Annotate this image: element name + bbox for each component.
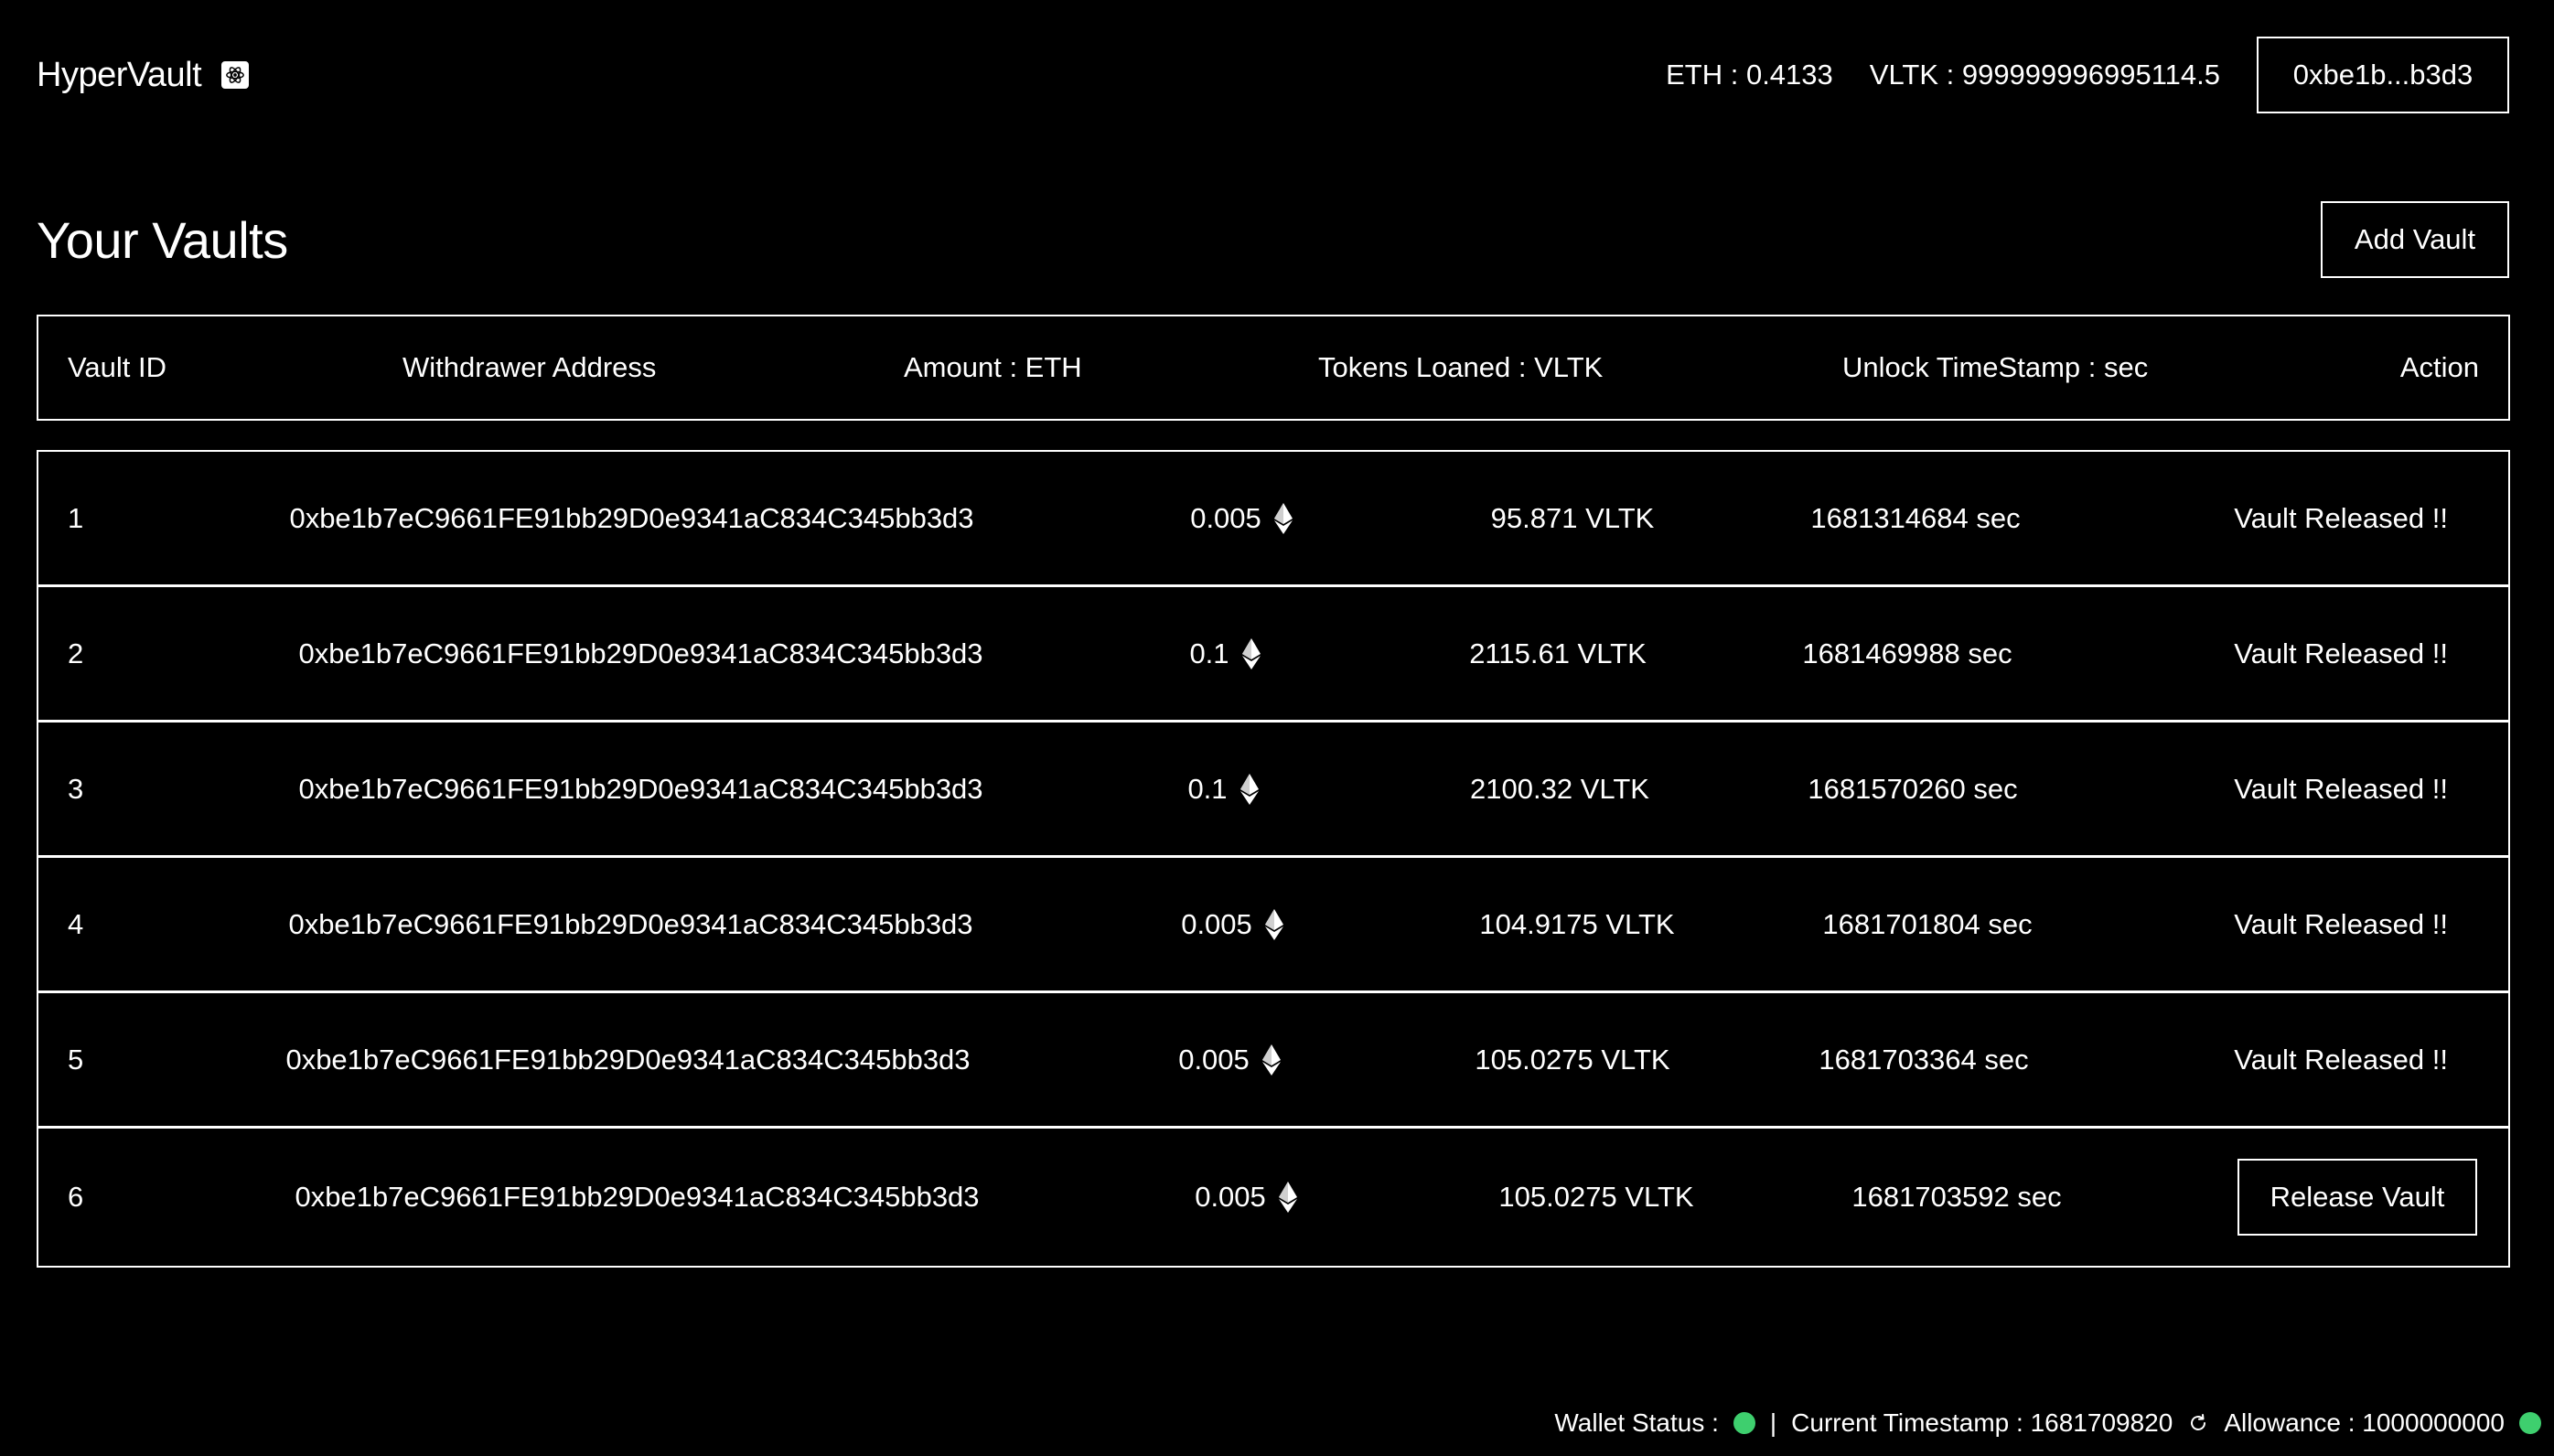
column-header-tokens-loaned: Tokens Loaned : VLTK: [1318, 351, 1604, 383]
vault-released-status: Vault Released !!: [2234, 637, 2448, 669]
add-vault-button[interactable]: Add Vault: [2321, 201, 2509, 278]
unlock-timestamp-cell: 1681469988 sec: [1802, 637, 2012, 669]
current-timestamp: Current Timestamp : 1681709820: [1791, 1408, 2173, 1437]
app-name: HyperVault: [37, 55, 202, 94]
table-row: 5 0xbe1b7eC9661FE91bb29D0e9341aC834C345b…: [38, 993, 2508, 1129]
title-row: Your Vaults Add Vault: [37, 201, 2509, 278]
ethereum-icon: [1278, 1182, 1297, 1213]
status-bar: Wallet Status : | Current Timestamp : 16…: [1554, 1405, 2541, 1441]
top-bar: HyperVault ETH : 0.4133 VLTK : 999999996…: [37, 37, 2509, 113]
allowance-value: Allowance : 1000000000: [2224, 1408, 2505, 1437]
vault-released-status: Vault Released !!: [2234, 907, 2448, 940]
vault-released-status: Vault Released !!: [2234, 1043, 2448, 1076]
ethereum-icon: [1264, 908, 1283, 940]
column-header-withdrawer-address: Withdrawer Address: [402, 351, 657, 383]
allowance-status-indicator: [2519, 1412, 2541, 1434]
table-row: 6 0xbe1b7eC9661FE91bb29D0e9341aC834C345b…: [38, 1129, 2508, 1266]
unlock-timestamp-cell: 1681314684 sec: [1810, 501, 2021, 534]
eth-balance: ETH : 0.4133: [1666, 59, 1833, 91]
amount-value: 0.005: [1178, 1043, 1250, 1076]
release-vault-button[interactable]: Release Vault: [2237, 1159, 2477, 1236]
vltk-balance: VLTK : 999999996995114.5: [1869, 59, 2220, 91]
release-vault-cell: Release Vault: [2237, 1159, 2479, 1236]
vault-released-status: Vault Released !!: [2234, 501, 2448, 534]
unlock-timestamp-cell: 1681703592 sec: [1851, 1181, 2062, 1213]
react-atom-icon: [221, 61, 250, 89]
column-header-unlock-timestamp: Unlock TimeStamp : sec: [1842, 351, 2149, 383]
amount-value: 0.005: [1195, 1181, 1266, 1213]
column-header-action: Action: [2399, 351, 2479, 383]
table-header: Vault ID Withdrawer Address Amount : ETH…: [37, 315, 2510, 421]
unlock-timestamp-cell: 1681703364 sec: [1819, 1043, 2029, 1076]
status-separator: |: [1769, 1408, 1777, 1437]
unlock-timestamp-cell: 1681570260 sec: [1808, 772, 2018, 805]
table-row: 2 0xbe1b7eC9661FE91bb29D0e9341aC834C345b…: [38, 587, 2508, 723]
table-row: 3 0xbe1b7eC9661FE91bb29D0e9341aC834C345b…: [38, 723, 2508, 858]
table-row: 4 0xbe1b7eC9661FE91bb29D0e9341aC834C345b…: [38, 858, 2508, 993]
column-header-amount: Amount : ETH: [904, 351, 1082, 383]
amount-value: 0.1: [1189, 637, 1229, 669]
wallet-status-indicator: [1733, 1412, 1755, 1434]
column-header-vault-id: Vault ID: [68, 351, 166, 383]
amount-value: 0.005: [1181, 907, 1252, 940]
amount-value: 0.1: [1187, 772, 1228, 805]
wallet-status-label: Wallet Status :: [1554, 1408, 1719, 1437]
brand: HyperVault: [37, 55, 250, 95]
table-row: 1 0xbe1b7eC9661FE91bb29D0e9341aC834C345b…: [38, 452, 2508, 587]
ethereum-icon: [1239, 773, 1259, 805]
ethereum-icon: [1261, 1044, 1281, 1076]
ethereum-icon: [1241, 637, 1261, 669]
unlock-timestamp-cell: 1681701804 sec: [1822, 907, 2033, 940]
amount-value: 0.005: [1190, 501, 1261, 534]
page-title: Your Vaults: [37, 210, 288, 269]
vault-released-status: Vault Released !!: [2234, 772, 2448, 805]
wallet-balances: ETH : 0.4133 VLTK : 999999996995114.5 0x…: [1666, 37, 2509, 113]
vault-table-body: 1 0xbe1b7eC9661FE91bb29D0e9341aC834C345b…: [37, 450, 2510, 1268]
account-button[interactable]: 0xbe1b...b3d3: [2257, 37, 2509, 113]
refresh-icon[interactable]: [2187, 1412, 2209, 1434]
